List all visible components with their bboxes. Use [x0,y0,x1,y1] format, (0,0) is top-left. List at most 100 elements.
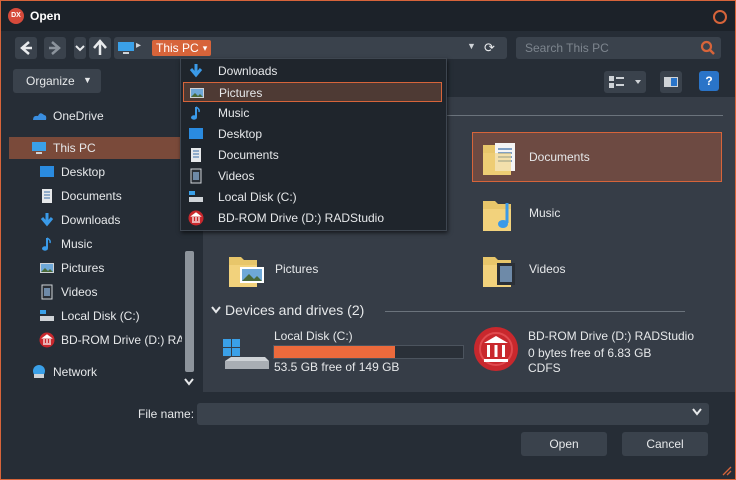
arrow-right-icon [49,41,61,55]
menu-item-label: Downloads [218,64,278,78]
arrow-up-icon [93,39,107,55]
bd-rom-icon [39,332,55,348]
sidebar-item-documents[interactable]: Documents [9,185,182,207]
folder-tile-music[interactable]: Music [473,189,721,237]
chevron-down-icon [75,45,85,52]
documents-icon [191,148,201,162]
folder-tile-pictures[interactable]: Pictures [219,245,467,293]
open-button[interactable]: Open [521,432,607,456]
app-logo-icon: DX [8,8,24,24]
disk-usage-bar [273,345,464,359]
download-icon [189,64,203,78]
sidebar-item-label: Downloads [61,213,121,227]
cancel-button[interactable]: Cancel [622,432,708,456]
disk-usage-fill [274,346,395,358]
folder-label: Pictures [275,262,319,276]
drive-filesystem: CDFS [528,361,561,375]
search-input[interactable]: Search This PC [525,41,609,55]
sidebar-item-this-pc[interactable]: This PC [9,137,182,159]
breadcrumb-chevron-icon[interactable]: ▾ [199,40,211,56]
menu-item-label: Music [218,106,250,120]
sidebar-item-label: This PC [53,141,96,155]
documents-icon [42,189,52,203]
chevron-down-icon[interactable] [692,408,702,416]
menu-item-label: Local Disk (C:) [218,190,297,204]
sidebar-item-downloads[interactable]: Downloads [9,209,182,231]
menu-item-downloads[interactable]: Downloads [183,61,442,81]
sidebar-item-label: Music [61,237,93,251]
organize-label: Organize [26,74,75,88]
sidebar-item-pictures[interactable]: Pictures [9,257,182,279]
menu-item-local-disk[interactable]: Local Disk (C:) [183,187,442,207]
scrollbar-thumb[interactable] [185,251,194,372]
music-icon [42,237,51,251]
folder-tile-documents[interactable]: Documents [472,132,722,182]
cloud-icon [33,113,47,120]
chevron-down-icon: ▼ [83,75,92,85]
desktop-icon [40,166,54,177]
sidebar-item-label: Network [53,365,98,379]
sidebar-item-label: Local Disk (C:) [61,309,140,323]
folder-label: Music [529,206,561,220]
folder-tile-videos[interactable]: Videos [473,245,721,293]
menu-item-bd-rom[interactable]: BD-ROM Drive (D:) RADStudio [183,208,442,228]
help-button[interactable]: ? [699,71,719,91]
menu-item-videos[interactable]: Videos [183,166,442,186]
breadcrumb-this-pc[interactable]: This PC [152,40,203,56]
preview-pane-button[interactable] [660,71,682,93]
menu-item-label: Desktop [218,127,263,141]
back-button[interactable] [15,37,37,59]
close-icon[interactable] [713,10,727,24]
videos-icon [190,168,202,184]
folder-label: Videos [529,262,566,276]
pictures-folder-icon [229,257,264,287]
sidebar-item-videos[interactable]: Videos [9,281,182,303]
group-title: Devices and drives (2) [225,302,365,318]
bd-rom-icon [474,327,518,371]
menu-item-documents[interactable]: Documents [183,145,442,165]
download-icon [40,213,54,227]
sidebar-item-music[interactable]: Music [9,233,182,255]
music-folder-icon [483,201,511,231]
computer-icon [32,142,46,154]
sidebar-item-onedrive[interactable]: OneDrive [9,105,182,127]
search-box[interactable]: Search This PC [516,37,721,59]
sidebar-item-label: Desktop [61,165,106,179]
address-bar[interactable]: ▸ This PC ▾ ▼ ⟳ [114,37,507,59]
pictures-icon [190,88,204,98]
chevron-down-icon [211,306,221,314]
documents-folder-icon [483,143,515,175]
search-icon[interactable] [700,40,716,56]
chevron-down-icon[interactable] [184,378,194,388]
sidebar-item-network[interactable]: Network [9,361,182,383]
file-name-field[interactable] [197,403,709,425]
network-icon [33,365,45,378]
sidebar-item-label: Videos [61,285,98,299]
sidebar-item-label: Documents [61,189,122,203]
file-name-label: File name: [138,407,195,421]
up-button[interactable] [89,37,111,59]
organize-button[interactable]: Organize ▼ [13,69,101,93]
menu-item-label: BD-ROM Drive (D:) RADStudio [218,211,385,225]
sidebar-item-desktop[interactable]: Desktop [9,161,182,183]
pictures-icon [40,263,54,273]
menu-item-desktop[interactable]: Desktop [183,124,442,144]
drive-free-space: 0 bytes free of 6.83 GB [528,346,652,360]
change-view-button[interactable] [604,71,646,93]
bd-rom-icon [188,210,204,226]
breadcrumb-dropdown-menu: Downloads Pictures Music Desktop Documen… [180,58,447,231]
refresh-icon[interactable]: ⟳ [484,40,495,56]
menu-item-pictures[interactable]: Pictures [183,82,442,102]
recent-locations-button[interactable] [74,37,86,59]
drive-name: BD-ROM Drive (D:) RADStudio [528,329,695,343]
menu-item-label: Documents [218,148,279,162]
sidebar-item-bd-rom[interactable]: BD-ROM Drive (D:) RAD [9,329,182,351]
menu-item-music[interactable]: Music [183,103,442,123]
resize-grip-icon[interactable] [722,466,732,476]
address-dropdown-icon[interactable]: ▼ [467,41,476,51]
sidebar-item-local-disk[interactable]: Local Disk (C:) [9,305,182,327]
drive-free-space: 53.5 GB free of 149 GB [274,360,400,374]
forward-button[interactable] [44,37,66,59]
menu-item-label: Pictures [219,86,263,100]
window-title: Open [30,9,61,23]
